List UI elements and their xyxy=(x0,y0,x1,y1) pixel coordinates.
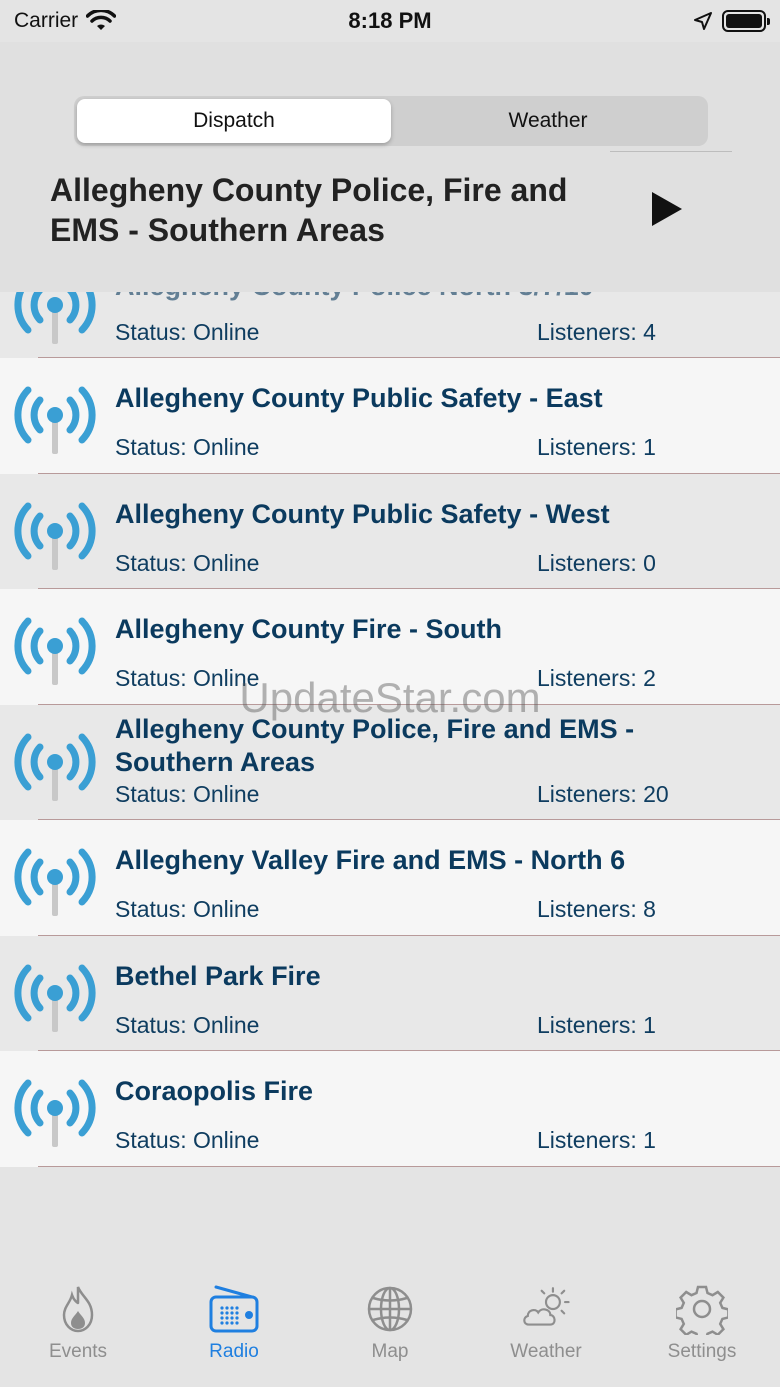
feed-status: Status: Online xyxy=(115,1127,260,1153)
feed-listeners: Listeners: 1 xyxy=(537,1011,656,1038)
divider xyxy=(610,151,732,152)
wifi-icon xyxy=(86,10,117,30)
tab-events[interactable]: Events xyxy=(0,1277,156,1387)
tab-weather[interactable]: Weather xyxy=(468,1277,624,1387)
feed-status: Status: Online xyxy=(115,319,260,345)
radio-tower-icon xyxy=(14,727,96,803)
row-separator xyxy=(38,1165,780,1167)
feed-listeners: Listeners: 8 xyxy=(537,896,656,922)
feed-title: Allegheny County Fire - South xyxy=(115,614,503,644)
tab-radio[interactable]: Radio xyxy=(156,1277,312,1387)
radio-tower-icon xyxy=(14,958,96,1034)
tab-bar: Events Radio Map Weather Settings xyxy=(0,1277,780,1387)
feed-row[interactable]: Allegheny County Police, Fire and EMS - … xyxy=(0,704,780,820)
feed-title: Allegheny County Public Safety - East xyxy=(115,383,603,413)
tab-settings[interactable]: Settings xyxy=(624,1277,780,1387)
now-playing-header: Dispatch Weather Allegheny County Police… xyxy=(0,42,780,292)
feed-row[interactable]: Coraopolis Fire Status: Online Listeners: … xyxy=(0,1051,780,1167)
feed-row[interactable]: Allegheny County Fire - South Status: Onl… xyxy=(0,589,780,705)
radio-tower-icon xyxy=(14,292,96,346)
radio-tower-icon xyxy=(14,496,96,572)
radio-tower-icon xyxy=(14,1073,96,1149)
segment-dispatch[interactable]: Dispatch xyxy=(77,99,391,143)
feed-title: Allegheny Valley Fire and EMS - North 6 xyxy=(115,845,626,875)
location-arrow-icon xyxy=(694,12,712,30)
source-segmented-control[interactable]: Dispatch Weather xyxy=(74,96,708,146)
clock: 8:18 PM xyxy=(348,8,432,33)
radio-icon xyxy=(209,1285,259,1333)
feed-status: Status: Online xyxy=(115,1011,260,1038)
play-icon[interactable] xyxy=(650,190,684,228)
tab-label: Map xyxy=(371,1341,409,1362)
feed-listeners: Listeners: 1 xyxy=(537,1127,656,1153)
feed-listeners: Listeners: 1 xyxy=(537,434,656,460)
feed-row[interactable]: Bethel Park Fire Status: Online Listeners:… xyxy=(0,935,780,1051)
feed-list[interactable]: Allegheny County Police North 3/7/10 Stat… xyxy=(0,292,780,1168)
feed-status: Status: Online xyxy=(115,549,260,576)
partly-sunny-icon xyxy=(523,1287,570,1326)
feed-title: Allegheny County Police, Fire and EMS - … xyxy=(115,713,635,777)
tab-label: Events xyxy=(48,1341,108,1362)
feed-row[interactable]: Allegheny Valley Fire and EMS - North 6 S… xyxy=(0,820,780,936)
feed-row[interactable]: Allegheny County Public Safety - East Sta… xyxy=(0,358,780,474)
feed-title: Coraopolis Fire xyxy=(115,1076,314,1106)
tab-map[interactable]: Map xyxy=(312,1277,468,1387)
tab-label: Radio xyxy=(209,1341,259,1362)
status-bar: Carrier 8:18 PM xyxy=(0,0,780,42)
segment-weather[interactable]: Weather xyxy=(391,99,705,143)
radio-tower-icon xyxy=(14,842,96,918)
feed-title: Allegheny County Public Safety - West xyxy=(115,498,610,529)
feed-listeners: Listeners: 2 xyxy=(537,665,656,691)
feed-row[interactable]: Allegheny County Police North 3/7/10 Stat… xyxy=(0,292,780,358)
feed-title: Bethel Park Fire xyxy=(115,960,321,991)
battery-icon xyxy=(722,10,770,32)
feed-title: Allegheny County Police North 3/7/10 xyxy=(115,292,715,303)
feed-listeners: Listeners: 0 xyxy=(537,549,656,576)
gear-icon xyxy=(676,1285,728,1335)
globe-icon xyxy=(367,1286,413,1332)
radio-tower-icon xyxy=(14,611,96,687)
feed-listeners: Listeners: 20 xyxy=(537,780,669,807)
feed-status: Status: Online xyxy=(115,434,260,460)
feed-status: Status: Online xyxy=(115,780,260,807)
feed-status: Status: Online xyxy=(115,665,260,691)
tab-label: Settings xyxy=(667,1341,737,1362)
tab-label: Weather xyxy=(510,1341,582,1362)
now-playing-title: Allegheny County Police, Fire and EMS - … xyxy=(50,172,568,248)
carrier-label: Carrier xyxy=(14,9,79,32)
flame-icon xyxy=(62,1286,94,1333)
radio-tower-icon xyxy=(14,380,96,456)
feed-row[interactable]: Allegheny County Public Safety - West Sta… xyxy=(0,473,780,589)
feed-status: Status: Online xyxy=(115,896,260,922)
feed-listeners: Listeners: 4 xyxy=(537,319,656,345)
